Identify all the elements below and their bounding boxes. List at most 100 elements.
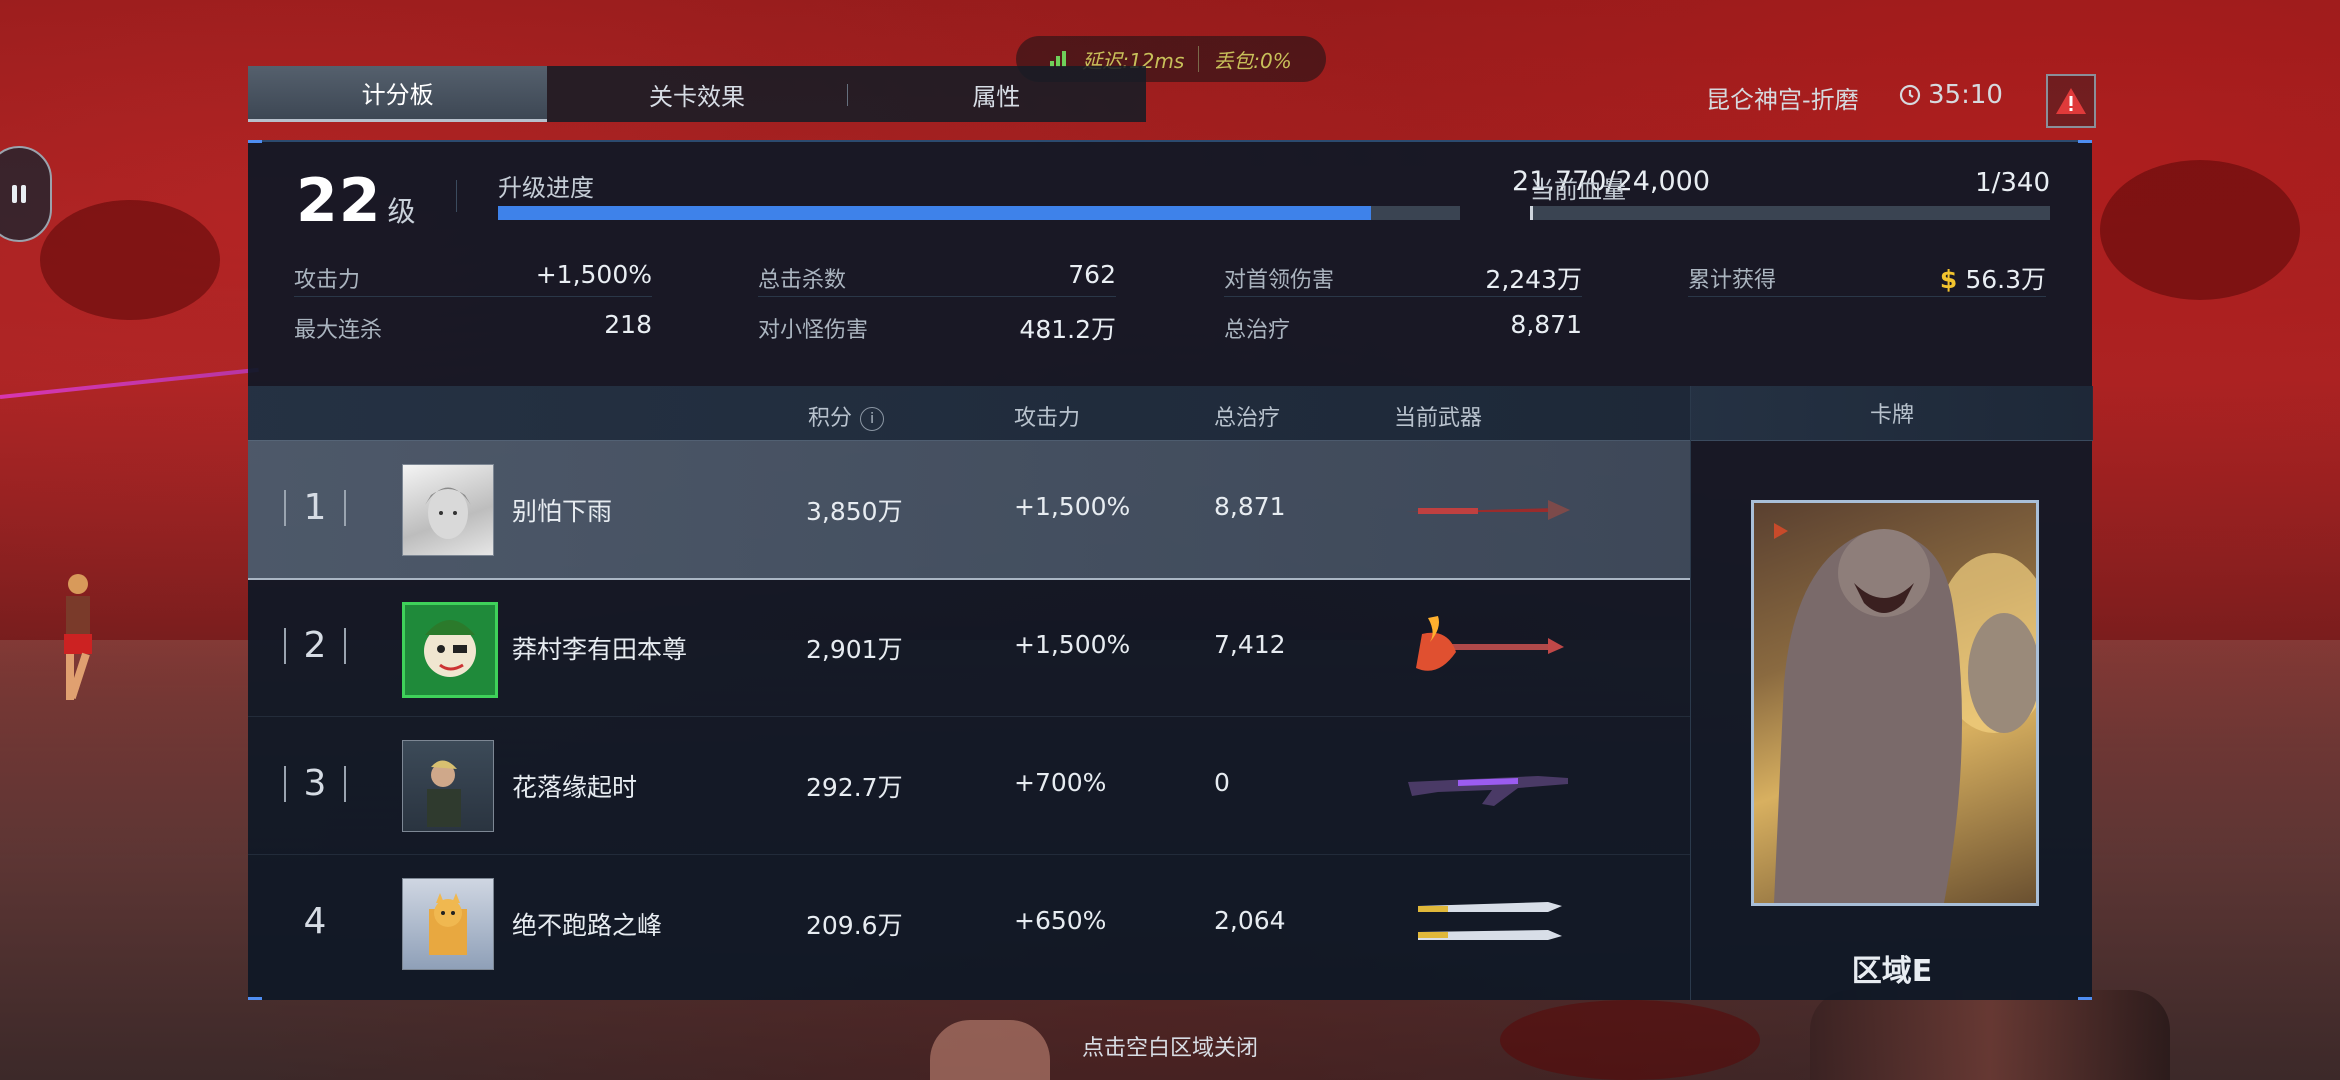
- stat-minion-damage: 对小怪伤害 481.2万: [758, 306, 1116, 346]
- table-row[interactable]: 1 别怕下雨 3,850万 +1,500% 8,871: [248, 440, 1690, 580]
- player-attack: +650%: [1014, 906, 1107, 935]
- warning-icon: [2056, 88, 2086, 114]
- player-score: 209.6万: [806, 911, 903, 940]
- coin-icon: $: [1939, 265, 1958, 294]
- stat-label: 最大连杀: [294, 318, 383, 343]
- match-timer: 35:10: [1898, 80, 2003, 110]
- header-card: 卡牌: [1691, 386, 2093, 441]
- stats-summary: 22 级 升级进度 21,770/24,000 当前血量 1/340 攻击力 +…: [248, 142, 2092, 386]
- report-button[interactable]: [2046, 74, 2096, 128]
- tab-scoreboard[interactable]: 计分板: [248, 66, 548, 122]
- card-column: 卡牌 区域E: [1690, 386, 2093, 1000]
- header-attack: 攻击力: [1014, 406, 1081, 431]
- table-row[interactable]: 4 绝不跑路之峰 209.6万 +650% 2,064: [248, 854, 1690, 992]
- stat-value: 2,243万: [1485, 265, 1582, 294]
- avatar: [402, 878, 494, 970]
- rank-badge: 4: [284, 892, 346, 950]
- player-score: 2,901万: [806, 635, 903, 664]
- stat-total-kills: 总击杀数 762: [758, 256, 1116, 297]
- level-number: 22: [296, 166, 382, 236]
- stat-label: 总治疗: [1224, 318, 1291, 343]
- rank-number: 3: [303, 762, 327, 804]
- earned-amount: 56.3万: [1965, 265, 2046, 294]
- map-name: 昆仑神宫-折磨: [1706, 86, 1859, 114]
- blood-splat: [2100, 160, 2300, 300]
- monster-art: [1774, 523, 2036, 903]
- stat-value: 218: [604, 310, 652, 339]
- avatar: [402, 464, 494, 556]
- player-heal: 7,412: [1214, 630, 1286, 659]
- player-name: 花落缘起时: [512, 773, 638, 802]
- xp-progress-fill: [498, 206, 1371, 220]
- packet-loss-text: 丢包:0%: [1213, 48, 1292, 73]
- xp-label: 升级进度: [498, 174, 594, 202]
- rank-number: 1: [303, 486, 327, 528]
- blood-splat: [1500, 1000, 1760, 1080]
- clock-icon: [1899, 84, 1921, 106]
- stat-total-heal: 总治疗 8,871: [1224, 306, 1582, 346]
- player-attack: +1,500%: [1014, 492, 1131, 521]
- table-row[interactable]: 3 花落缘起时 292.7万 +700% 0: [248, 716, 1690, 855]
- header-score: 积分 i: [808, 400, 885, 432]
- signal-icon: [1050, 51, 1068, 67]
- player-score: 292.7万: [806, 773, 903, 802]
- player-weapon-model: [1810, 990, 2170, 1080]
- player-name: 绝不跑路之峰: [512, 911, 663, 940]
- stat-value: 762: [1068, 260, 1116, 289]
- header-heal: 总治疗: [1214, 406, 1281, 431]
- stat-label: 对首领伤害: [1224, 268, 1335, 293]
- header-score-label: 积分: [808, 406, 853, 431]
- level-unit: 级: [387, 195, 416, 228]
- stat-value: $56.3万: [1940, 260, 2046, 296]
- avatar: [402, 740, 494, 832]
- rifle-icon: [1408, 776, 1568, 806]
- zone-card-image[interactable]: [1751, 500, 2039, 906]
- table-header: 积分 i 攻击力 总治疗 当前武器: [248, 386, 1690, 441]
- xp-value: 21,770/24,000: [1511, 166, 1710, 197]
- tab-attributes[interactable]: 属性: [846, 66, 1146, 122]
- header-weapon: 当前武器: [1394, 406, 1483, 431]
- stat-label: 累计获得: [1688, 268, 1777, 293]
- player-level: 22 级: [296, 166, 416, 236]
- rank-number: 4: [303, 900, 327, 942]
- rank-badge: 1: [284, 478, 346, 536]
- stat-label: 总击杀数: [758, 268, 847, 293]
- tab-stage-effects[interactable]: 关卡效果: [547, 66, 846, 122]
- blood-splat: [40, 200, 220, 320]
- zone-label: 区域E: [1851, 954, 1933, 989]
- player-heal: 0: [1214, 768, 1230, 797]
- xp-progress-bar: [498, 206, 1460, 220]
- stat-label: 对小怪伤害: [758, 318, 869, 343]
- hp-value: 1/340: [1975, 168, 2050, 198]
- player-attack: +1,500%: [1014, 630, 1131, 659]
- stat-boss-damage: 对首领伤害 2,243万: [1224, 256, 1582, 297]
- teammate-character: [64, 574, 92, 700]
- timer-text: 35:10: [1928, 80, 2003, 110]
- stat-value: +1,500%: [535, 260, 652, 289]
- player-attack: +700%: [1014, 768, 1107, 797]
- spear-icon: [1406, 500, 1570, 520]
- info-icon[interactable]: i: [860, 407, 885, 431]
- table-row[interactable]: 2 莽村李有田本尊 2,901万 +1,500% 7,412: [248, 578, 1690, 717]
- avatar: [402, 602, 498, 698]
- scoreboard-panel: 22 级 升级进度 21,770/24,000 当前血量 1/340 攻击力 +…: [248, 140, 2093, 1000]
- divider: [1198, 46, 1200, 72]
- hp-label: 当前血量: [1530, 176, 1626, 204]
- hp-fill: [1530, 206, 1534, 220]
- rank-badge: 3: [284, 754, 346, 812]
- divider: [456, 180, 457, 212]
- stat-label: 攻击力: [294, 268, 361, 293]
- rank-number: 2: [303, 624, 327, 666]
- pause-button[interactable]: [0, 146, 52, 242]
- player-score: 3,850万: [806, 497, 903, 526]
- player-heal: 8,871: [1214, 492, 1286, 521]
- stat-max-streak: 最大连杀 218: [294, 306, 652, 346]
- flame-axe-icon: [1416, 616, 1564, 671]
- close-hint[interactable]: 点击空白区域关闭: [1000, 1030, 1340, 1062]
- stat-earned: 累计获得 $56.3万: [1688, 256, 2046, 297]
- panel-corner: [248, 997, 262, 1000]
- player-heal: 2,064: [1214, 906, 1286, 935]
- player-name: 别怕下雨: [512, 497, 613, 526]
- dual-blades-icon: [1418, 902, 1562, 940]
- rank-badge: 2: [284, 616, 346, 674]
